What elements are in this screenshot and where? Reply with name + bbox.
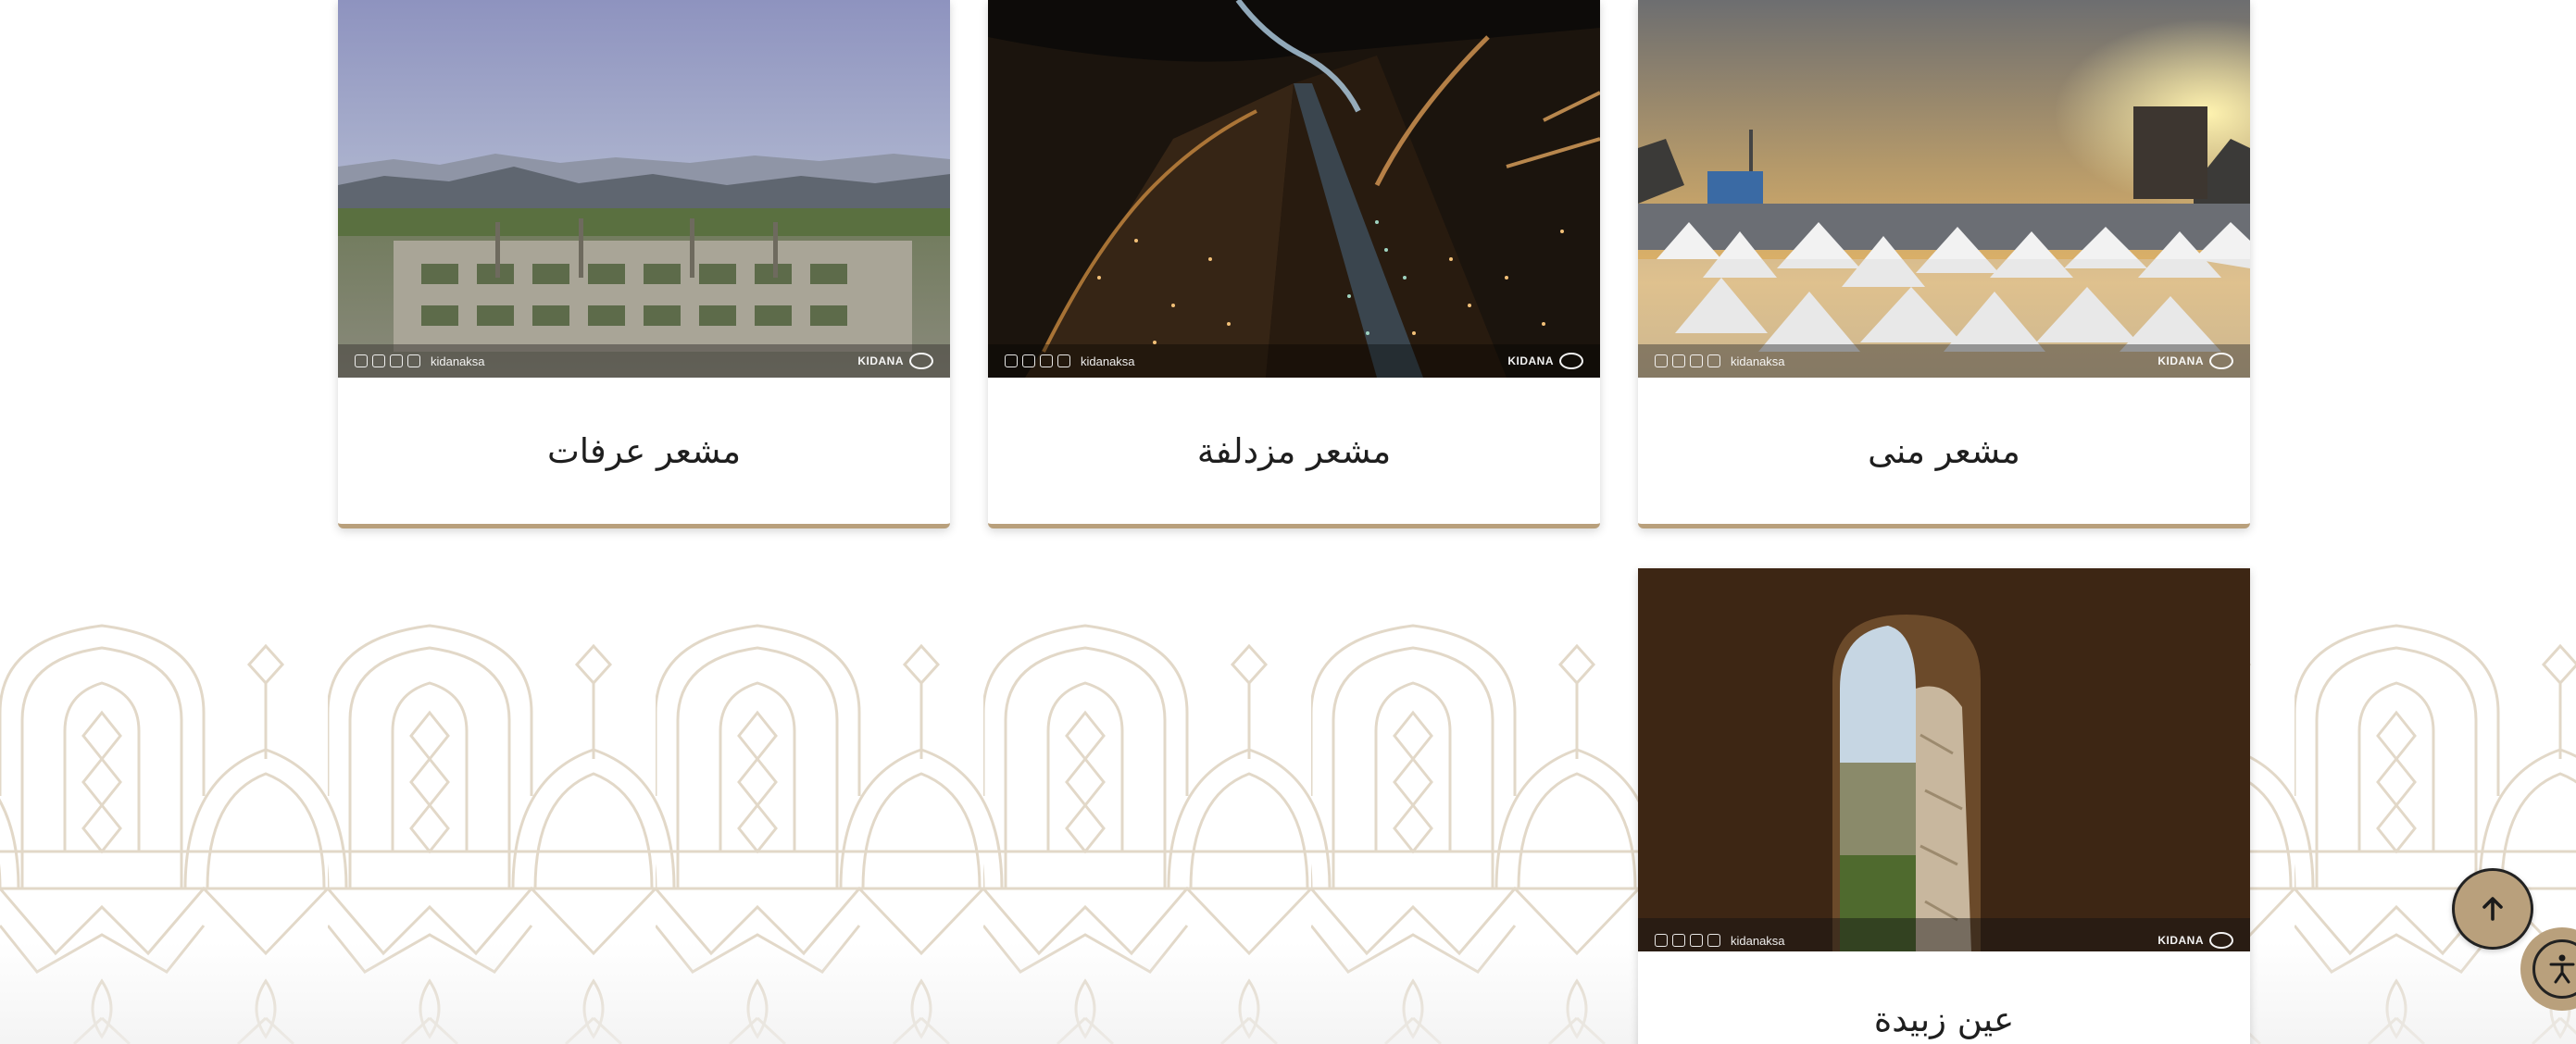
muzdalifah-photo [988,0,1600,378]
instagram-icon [1655,354,1668,367]
arafat-photo [338,0,950,378]
card-ain-zubaida[interactable]: عين زبيدة [1638,568,2250,1044]
card-arafat[interactable]: kidanaksa KIDANA مشعر عرفات [338,0,950,528]
social-icons: kidanaksa [1005,354,1135,368]
watermark-bar: kidanaksa KIDANA [1638,344,2250,378]
x-icon [1707,934,1720,947]
x-icon [1057,354,1070,367]
watermark-bar: kidanaksa KIDANA [988,344,1600,378]
card-muzdalifah[interactable]: kidanaksa KIDANA مشعر مزدلفة [988,0,1600,528]
brand-text: KIDANA [2157,934,2204,947]
watermark-handle: kidanaksa [1731,933,1785,948]
kidana-logo-icon [909,353,933,369]
brand-text: KIDANA [1507,354,1554,367]
card-title[interactable]: مشعر عرفات [338,378,950,524]
kidana-logo-icon [2209,353,2233,369]
youtube-icon [1690,934,1703,947]
card-image-mina [1638,0,2250,378]
watermark-handle: kidanaksa [1731,354,1785,368]
card-image-arafat: kidanaksa KIDANA [338,0,950,378]
page: kidanaksa KIDANA مشعر عرفات kidanaksa KI… [0,0,2576,1044]
watermark-handle: kidanaksa [1081,354,1135,368]
accessibility-ring [2532,939,2576,999]
watermark-brand: KIDANA [2157,932,2233,949]
social-icons: kidanaksa [1655,934,1785,948]
instagram-icon [1655,934,1668,947]
youtube-icon [390,354,403,367]
watermark-handle: kidanaksa [431,354,485,368]
watermark-bar: kidanaksa KIDANA [338,344,950,378]
card-title[interactable]: مشعر مزدلفة [988,378,1600,524]
scroll-to-top-button[interactable] [2452,868,2533,950]
kidana-logo-icon [1559,353,1583,369]
x-icon [1707,354,1720,367]
linkedin-icon [1022,354,1035,367]
kidana-logo-icon [2209,932,2233,949]
mina-photo [1638,0,2250,378]
social-icons: kidanaksa [355,354,485,368]
linkedin-icon [1672,354,1685,367]
card-image-muzdalifah: kidanaksa KIDANA [988,0,1600,378]
youtube-icon [1040,354,1053,367]
youtube-icon [1690,354,1703,367]
x-icon [407,354,420,367]
card-title[interactable]: عين زبيدة [1638,951,2250,1044]
brand-text: KIDANA [857,354,904,367]
brand-text: KIDANA [2157,354,2204,367]
watermark-brand: KIDANA [857,353,933,369]
linkedin-icon [1672,934,1685,947]
arrow-up-icon [2482,897,2503,921]
accessibility-icon [2549,954,2575,984]
linkedin-icon [372,354,385,367]
watermark-bar: kidanaksa KIDANA [1638,924,2250,957]
instagram-icon [1005,354,1018,367]
watermark-brand: KIDANA [2157,353,2233,369]
ain-zubaida-photo [1638,568,2250,951]
social-icons: kidanaksa [1655,354,1785,368]
watermark-brand: KIDANA [1507,353,1583,369]
card-title[interactable]: مشعر منى [1638,378,2250,524]
card-mina[interactable]: مشعر منى [1638,0,2250,528]
instagram-icon [355,354,368,367]
card-image-ain-zubaida [1638,568,2250,951]
